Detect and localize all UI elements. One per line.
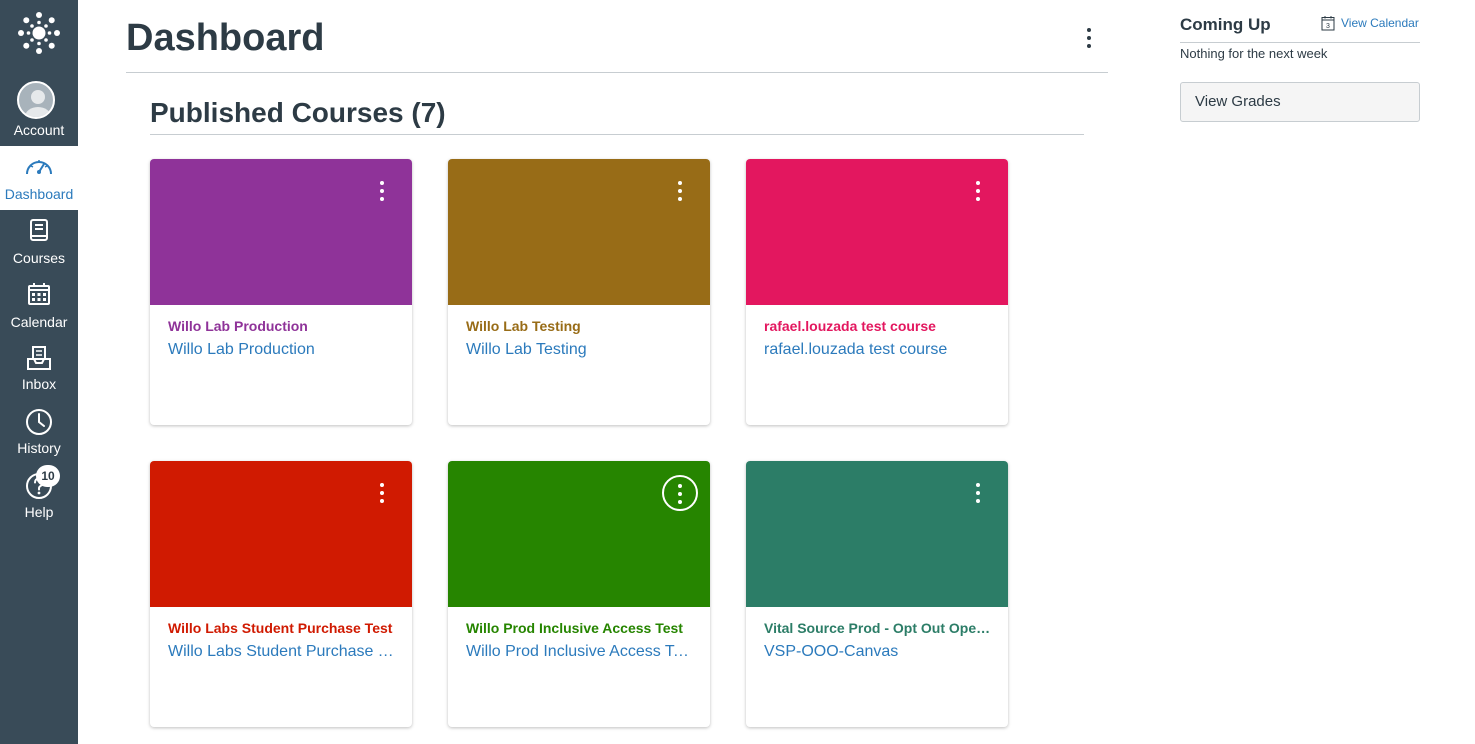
course-card[interactable]: Vital Source Prod - Opt Out Open Access … xyxy=(746,461,1008,727)
nav-calendar[interactable]: Calendar xyxy=(0,274,78,338)
coming-up-heading: Coming Up xyxy=(1180,15,1271,34)
kebab-menu-icon xyxy=(976,483,980,487)
user-avatar-icon xyxy=(17,81,55,119)
kebab-menu-icon xyxy=(678,181,682,185)
course-card-code[interactable]: Willo Lab Production xyxy=(168,340,396,360)
kebab-menu-icon xyxy=(1087,28,1091,48)
course-card-options-button[interactable] xyxy=(366,479,398,511)
kebab-menu-icon xyxy=(380,483,384,487)
nav-dashboard[interactable]: Dashboard xyxy=(0,146,78,210)
calendar-icon: 3 xyxy=(1321,16,1335,31)
kebab-menu-icon xyxy=(976,181,980,185)
course-card-name[interactable]: Willo Lab Production xyxy=(168,317,396,335)
course-card-code[interactable]: Willo Lab Testing xyxy=(466,340,694,360)
course-card-options-button[interactable] xyxy=(662,475,698,511)
section-divider xyxy=(150,134,1084,135)
calendar-day: 3 xyxy=(1326,23,1330,30)
course-card[interactable]: Willo Labs Student Purchase Test Willo L… xyxy=(150,461,412,727)
help-notification-badge: 10 xyxy=(36,465,60,487)
header-divider xyxy=(126,72,1108,73)
course-card-code[interactable]: Willo Labs Student Purchase Test xyxy=(168,642,396,662)
nav-courses[interactable]: Courses xyxy=(0,210,78,274)
nav-history[interactable]: History xyxy=(0,402,78,466)
page-title: Dashboard xyxy=(126,17,325,59)
nav-label: Help xyxy=(24,504,54,520)
dashboard-options-button[interactable] xyxy=(1078,25,1100,51)
dashboard-icon xyxy=(26,160,52,175)
course-card-options-button[interactable] xyxy=(664,177,696,209)
course-card-options-button[interactable] xyxy=(962,479,994,511)
coming-up-empty-text: Nothing for the next week xyxy=(1180,46,1328,61)
course-card[interactable]: Willo Lab Production Willo Lab Productio… xyxy=(150,159,412,425)
kebab-menu-icon xyxy=(380,181,384,185)
global-navigation: Account Dashboard Courses Calendar Inbox… xyxy=(0,0,78,744)
view-calendar-label: View Calendar xyxy=(1341,16,1419,30)
course-card-name[interactable]: Willo Prod Inclusive Access Test xyxy=(466,619,694,637)
course-card-code[interactable]: rafael.louzada test course xyxy=(764,340,992,360)
courses-book-icon xyxy=(30,219,48,241)
nav-label: Inbox xyxy=(21,376,57,392)
nav-account[interactable]: Account xyxy=(0,78,78,142)
view-grades-button[interactable]: View Grades xyxy=(1180,82,1420,122)
nav-label: Courses xyxy=(12,250,66,266)
course-card-code[interactable]: Willo Prod Inclusive Access Test xyxy=(466,642,694,662)
course-card-options-button[interactable] xyxy=(962,177,994,209)
nav-label: Account xyxy=(13,122,65,138)
calendar-icon xyxy=(28,283,50,305)
published-courses-heading: Published Courses (7) xyxy=(150,97,446,128)
history-clock-icon xyxy=(26,409,52,435)
course-card-options-button[interactable] xyxy=(366,177,398,209)
course-card-name[interactable]: Willo Lab Testing xyxy=(466,317,694,335)
course-card[interactable]: Willo Lab Testing Willo Lab Testing xyxy=(448,159,710,425)
course-card-name[interactable]: Willo Labs Student Purchase Test xyxy=(168,619,396,637)
inbox-icon xyxy=(27,346,51,370)
canvas-logo-icon[interactable] xyxy=(0,0,78,66)
nav-inbox[interactable]: Inbox xyxy=(0,338,78,402)
nav-label: Calendar xyxy=(10,314,68,330)
view-calendar-link[interactable]: 3 View Calendar xyxy=(1321,14,1419,32)
course-card[interactable]: Willo Prod Inclusive Access Test Willo P… xyxy=(448,461,710,727)
sidebar-divider xyxy=(1180,42,1420,43)
nav-label: Dashboard xyxy=(4,186,74,202)
course-card-name[interactable]: rafael.louzada test course xyxy=(764,317,992,335)
nav-label: History xyxy=(17,440,61,456)
course-card[interactable]: rafael.louzada test course rafael.louzad… xyxy=(746,159,1008,425)
course-card-name[interactable]: Vital Source Prod - Opt Out Open Access xyxy=(764,619,992,637)
course-card-code[interactable]: VSP-OOO-Canvas xyxy=(764,642,992,662)
kebab-menu-icon xyxy=(678,484,682,488)
